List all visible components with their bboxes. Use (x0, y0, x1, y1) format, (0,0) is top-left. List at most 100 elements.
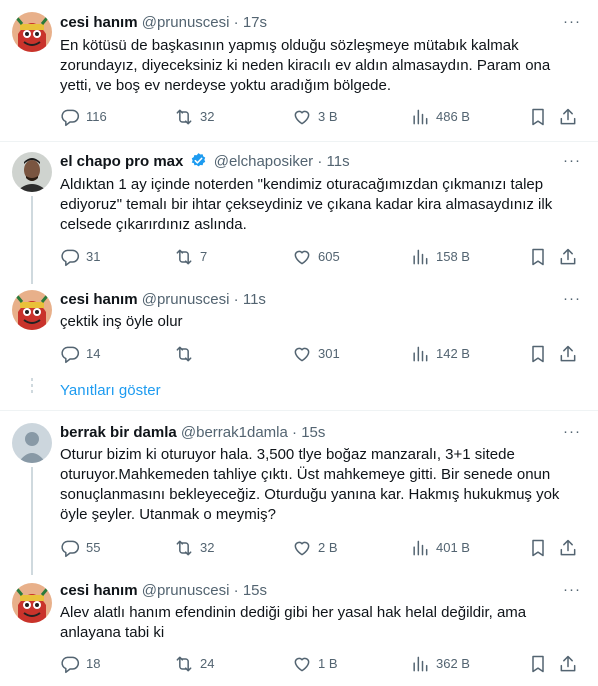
tweet-2[interactable]: el chapo pro max @elchaposiker · 11s ···… (0, 142, 598, 284)
display-name[interactable]: cesi hanım (60, 291, 138, 308)
tweet-1[interactable]: cesi hanım @prunuscesi · 17s ··· En kötü… (0, 0, 598, 141)
like-icon (292, 538, 312, 558)
retweet-count: 32 (200, 540, 215, 555)
like-count: 2 B (318, 540, 338, 555)
user-handle[interactable]: @prunuscesi (142, 14, 230, 31)
show-replies-link[interactable]: Yanıtları göster (60, 381, 161, 401)
share-button[interactable] (558, 651, 584, 677)
timestamp[interactable]: 15s (243, 582, 267, 599)
like-count: 3 B (318, 109, 338, 124)
tweet-3[interactable]: cesi hanım @prunuscesi · 11s ··· çektik … (0, 278, 598, 370)
views-button[interactable]: 486 B (410, 104, 470, 130)
avatar-berrak[interactable] (12, 423, 52, 463)
views-count: 401 B (436, 540, 470, 555)
retweet-count: 7 (200, 249, 208, 264)
bookmark-icon (528, 107, 548, 127)
retweet-button[interactable]: 7 (174, 244, 207, 270)
reply-button[interactable]: 31 (60, 244, 100, 270)
tweet-header: cesi hanım @prunuscesi · 15s (60, 581, 558, 601)
bookmark-icon (528, 344, 548, 364)
views-icon (410, 247, 430, 267)
retweet-button[interactable]: 32 (174, 104, 214, 130)
more-icon[interactable]: ··· (560, 423, 584, 443)
views-button[interactable]: 401 B (410, 535, 470, 561)
tweet-4[interactable]: berrak bir damla @berrak1damla · 15s ···… (0, 411, 598, 575)
bookmark-button[interactable] (528, 104, 554, 130)
tweet-text: En kötüsü de başkasının yapmış olduğu sö… (60, 37, 551, 94)
avatar-cesi[interactable] (12, 583, 52, 623)
bookmark-icon (528, 654, 548, 674)
reply-button[interactable]: 55 (60, 535, 100, 561)
separator: · (233, 14, 239, 31)
like-button[interactable]: 605 (292, 244, 340, 270)
views-button[interactable]: 142 B (410, 341, 470, 367)
bookmark-button[interactable] (528, 535, 554, 561)
verified-badge-icon[interactable] (190, 152, 207, 169)
like-button[interactable]: 1 B (292, 651, 338, 677)
retweet-button[interactable]: 32 (174, 535, 214, 561)
avatar-cesi[interactable] (12, 12, 52, 52)
reply-count: 31 (86, 249, 101, 264)
separator: · (292, 424, 298, 441)
views-button[interactable]: 158 B (410, 244, 470, 270)
like-button[interactable]: 3 B (292, 104, 338, 130)
bookmark-button[interactable] (528, 651, 554, 677)
retweet-button[interactable] (174, 341, 200, 367)
retweet-button[interactable]: 24 (174, 651, 214, 677)
tweet-text: Alev alatlı hanım efendinin dediği gibi … (60, 604, 527, 641)
avatar-cesi[interactable] (12, 290, 52, 330)
user-handle[interactable]: @prunuscesi (142, 291, 230, 308)
avatar-elchapo[interactable] (12, 152, 52, 192)
user-handle[interactable]: @elchaposiker (214, 153, 313, 170)
action-bar: 14 301 142 B (48, 341, 588, 367)
action-bar: 55 32 2 B 401 B (48, 535, 588, 561)
timestamp[interactable]: 11s (243, 291, 266, 308)
reply-button[interactable]: 14 (60, 341, 100, 367)
reply-icon (60, 654, 80, 674)
tweet-header: el chapo pro max @elchaposiker · 11s (60, 152, 558, 172)
like-count: 301 (318, 346, 340, 361)
share-button[interactable] (558, 341, 584, 367)
thread-continuation-dots (30, 378, 34, 396)
share-button[interactable] (558, 104, 584, 130)
timestamp[interactable]: 11s (327, 153, 350, 170)
share-button[interactable] (558, 244, 584, 270)
more-icon[interactable]: ··· (560, 290, 584, 310)
reply-button[interactable]: 18 (60, 651, 100, 677)
mask-avatar-image (12, 290, 52, 330)
tweet-header: berrak bir damla @berrak1damla · 15s (60, 423, 558, 443)
like-icon (292, 654, 312, 674)
retweet-icon (174, 654, 194, 674)
display-name[interactable]: cesi hanım (60, 582, 138, 599)
user-handle[interactable]: @prunuscesi (142, 582, 230, 599)
bookmark-button[interactable] (528, 244, 554, 270)
more-icon[interactable]: ··· (560, 152, 584, 172)
separator: · (317, 153, 323, 170)
views-button[interactable]: 362 B (410, 651, 470, 677)
like-count: 605 (318, 249, 340, 264)
user-handle[interactable]: @berrak1damla (181, 424, 288, 441)
display-name[interactable]: berrak bir damla (60, 424, 177, 441)
more-icon[interactable]: ··· (560, 13, 584, 33)
views-count: 158 B (436, 249, 470, 264)
person-avatar-image (12, 152, 52, 192)
retweet-icon (174, 538, 194, 558)
bookmark-icon (528, 247, 548, 267)
reply-icon (60, 538, 80, 558)
share-icon (558, 247, 578, 267)
timestamp[interactable]: 15s (301, 424, 325, 441)
share-icon (558, 654, 578, 674)
views-icon (410, 344, 430, 364)
bookmark-button[interactable] (528, 341, 554, 367)
tweet-header: cesi hanım @prunuscesi · 17s (60, 13, 558, 33)
display-name[interactable]: el chapo pro max (60, 153, 183, 170)
tweet-5[interactable]: cesi hanım @prunuscesi · 15s ··· Alev al… (0, 575, 598, 686)
like-button[interactable]: 2 B (292, 535, 338, 561)
reply-button[interactable]: 116 (60, 104, 107, 130)
more-icon[interactable]: ··· (560, 581, 584, 601)
views-icon (410, 654, 430, 674)
timestamp[interactable]: 17s (243, 14, 267, 31)
like-button[interactable]: 301 (292, 341, 340, 367)
display-name[interactable]: cesi hanım (60, 14, 138, 31)
share-button[interactable] (558, 535, 584, 561)
